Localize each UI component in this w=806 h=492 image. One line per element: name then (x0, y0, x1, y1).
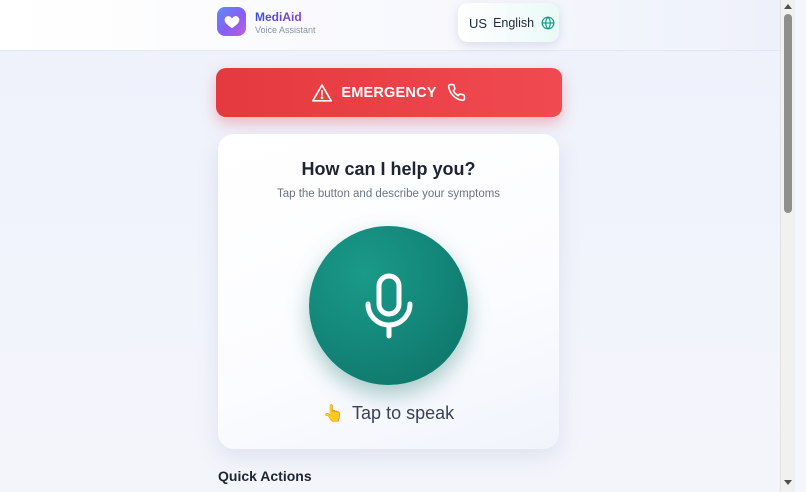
phone-icon (447, 83, 466, 102)
quick-actions-title: Quick Actions (218, 468, 312, 484)
heart-icon (224, 16, 239, 29)
globe-icon (541, 15, 555, 30)
brand-name: MediAid (255, 10, 302, 24)
tap-label: Tap to speak (352, 403, 455, 423)
warning-triangle-icon (312, 83, 333, 102)
scroll-up-arrow-icon[interactable] (784, 4, 792, 9)
voice-card: How can I help you? Tap the button and d… (218, 134, 559, 449)
pointing-hand-icon: 👆 (322, 403, 345, 423)
window-edge (795, 0, 806, 492)
emergency-label: EMERGENCY (341, 84, 437, 101)
card-subtitle: Tap the button and describe your symptom… (276, 188, 501, 200)
emergency-button[interactable]: EMERGENCY (216, 68, 562, 117)
app-header: MediAid Voice Assistant US English (0, 0, 780, 51)
card-title: How can I help you? (301, 159, 476, 179)
microphone-icon (365, 273, 412, 338)
brand-subtitle: Voice Assistant (255, 25, 316, 35)
app-viewport: MediAid Voice Assistant US English EMERG… (0, 0, 780, 492)
microphone-button[interactable] (309, 226, 468, 385)
tap-to-speak[interactable]: 👆 Tap to speak (218, 403, 559, 424)
scroll-thumb[interactable] (784, 14, 792, 213)
flag-text: US (469, 16, 488, 31)
vertical-scrollbar[interactable] (780, 0, 795, 492)
scroll-down-arrow-icon[interactable] (784, 480, 792, 485)
language-label: English (493, 15, 535, 30)
language-selector[interactable]: US English (458, 3, 559, 42)
logo[interactable] (217, 7, 246, 36)
